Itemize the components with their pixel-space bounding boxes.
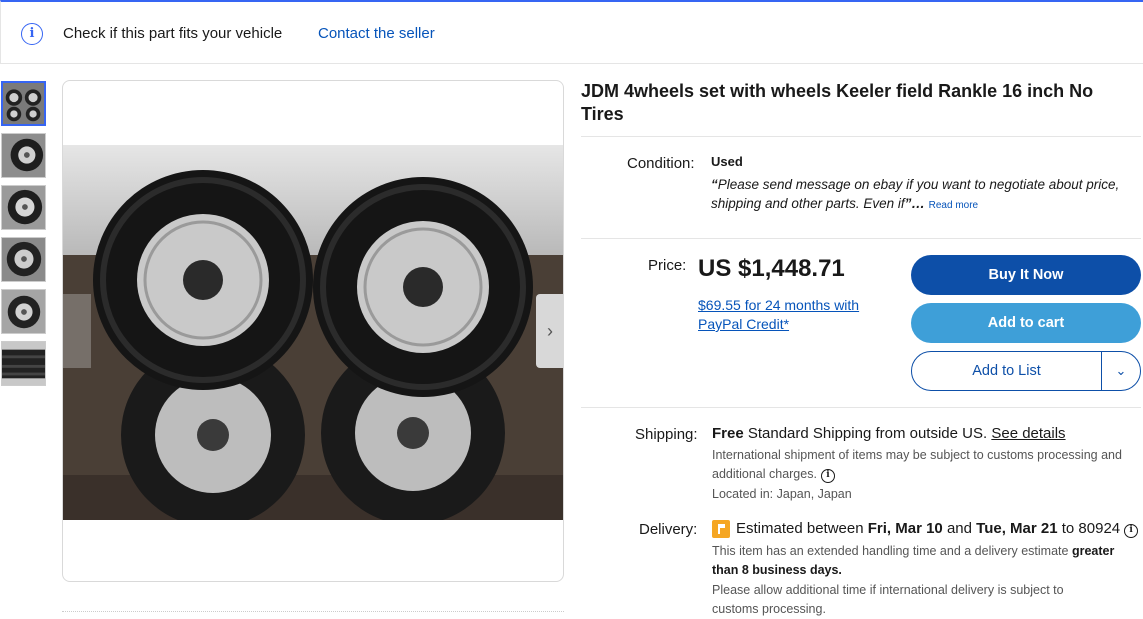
info-icon[interactable]: i bbox=[1124, 524, 1139, 538]
condition-description: “Please send message on ebay if you want… bbox=[711, 175, 1141, 215]
delivery-start-date: Fri, Mar 10 bbox=[867, 520, 943, 537]
divider bbox=[581, 407, 1141, 408]
info-icon[interactable]: i bbox=[820, 469, 835, 483]
prev-image-area bbox=[63, 294, 91, 368]
item-title: JDM 4wheels set with wheels Keeler field… bbox=[581, 81, 1094, 124]
product-image[interactable] bbox=[63, 145, 563, 520]
divider bbox=[581, 238, 1141, 239]
fitment-check-text: Check if this part fits your vehicle bbox=[63, 25, 283, 42]
shipping-label: Shipping: bbox=[635, 426, 698, 443]
thumbnail-2[interactable] bbox=[1, 133, 46, 178]
divider bbox=[581, 136, 1141, 137]
shipping-summary: Free Standard Shipping from outside US. … bbox=[712, 425, 1066, 442]
thumbnail-5[interactable] bbox=[1, 289, 46, 334]
thumbnail-1[interactable] bbox=[1, 81, 46, 126]
estimate-and: and bbox=[946, 520, 972, 537]
paypal-credit-link[interactable]: $69.55 for 24 months with PayPal Credit* bbox=[698, 296, 888, 334]
shipping-method: Standard Shipping from outside US. bbox=[747, 425, 988, 442]
quote-mark: “ bbox=[711, 177, 718, 192]
thumbnail-6[interactable] bbox=[1, 341, 46, 386]
flag-icon bbox=[712, 520, 730, 538]
international-delivery-note: Please allow additional time if internat… bbox=[712, 583, 1064, 616]
delivery-end-date: Tue, Mar 21 bbox=[976, 520, 1058, 537]
divider bbox=[62, 611, 564, 612]
buy-it-now-button[interactable]: Buy It Now bbox=[911, 255, 1141, 295]
chevron-down-icon[interactable]: ⌄ bbox=[1102, 352, 1140, 390]
estimate-prefix: Estimated between bbox=[736, 520, 864, 537]
thumbnail-strip bbox=[1, 81, 46, 393]
handling-text: This item has an extended handling time … bbox=[712, 544, 1069, 558]
condition-label: Condition: bbox=[627, 155, 695, 172]
info-icon: i bbox=[21, 23, 43, 45]
item-location: Located in: Japan, Japan bbox=[712, 487, 852, 501]
thumbnail-3[interactable] bbox=[1, 185, 46, 230]
add-to-list-button[interactable]: Add to List bbox=[912, 352, 1101, 390]
main-image-frame: › bbox=[62, 80, 564, 582]
delivery-zip: to 80924 bbox=[1061, 520, 1121, 537]
see-details-link[interactable]: See details bbox=[991, 425, 1065, 442]
contact-seller-link[interactable]: Contact the seller bbox=[318, 25, 435, 42]
add-to-cart-button[interactable]: Add to cart bbox=[911, 303, 1141, 343]
delivery-estimate: Estimated between Fri, Mar 10 and Tue, M… bbox=[736, 520, 1139, 538]
delivery-label: Delivery: bbox=[639, 521, 698, 538]
fitment-bar: i Check if this part fits your vehicle C… bbox=[0, 0, 1143, 64]
free-shipping-text: Free bbox=[712, 425, 744, 442]
quote-mark: ”… bbox=[904, 196, 925, 211]
customs-note: International shipment of items may be s… bbox=[712, 448, 1122, 481]
read-more-link[interactable]: Read more bbox=[929, 200, 978, 211]
shipping-note: International shipment of items may be s… bbox=[712, 446, 1137, 484]
chevron-right-icon: › bbox=[547, 321, 553, 341]
condition-value: Used bbox=[711, 154, 743, 169]
thumbnail-4[interactable] bbox=[1, 237, 46, 282]
add-to-list-button-group: Add to List ⌄ bbox=[911, 351, 1141, 391]
next-image-button[interactable]: › bbox=[536, 294, 563, 368]
price-value: US $1,448.71 bbox=[698, 255, 845, 282]
handling-time-note: This item has an extended handling time … bbox=[712, 542, 1137, 580]
price-label: Price: bbox=[648, 257, 687, 274]
